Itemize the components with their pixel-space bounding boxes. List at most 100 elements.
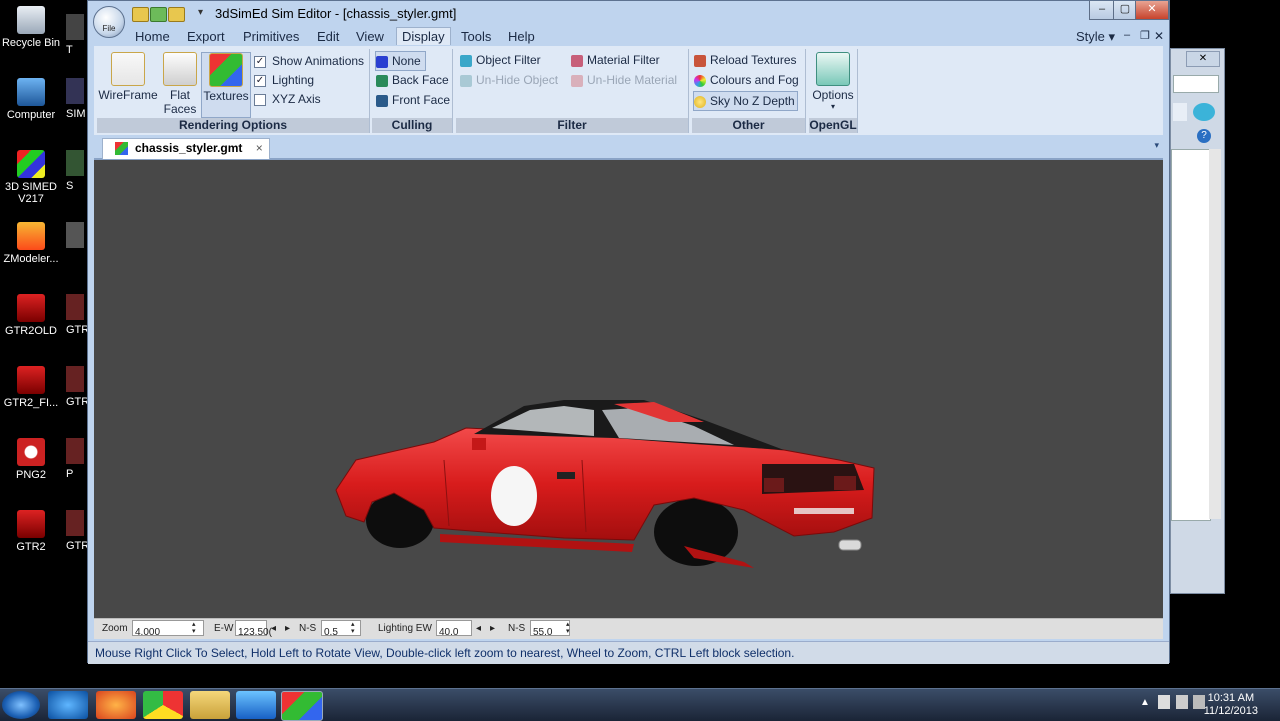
ew-input[interactable]: 123.50( [235, 620, 272, 638]
menu-display[interactable]: Display [396, 27, 451, 45]
desktop-icon-partial[interactable]: GTR [66, 510, 88, 552]
ns2-spinner-icon[interactable]: ▴ ▾ [566, 621, 570, 635]
document-tab[interactable]: chassis_styler.gmt × [102, 138, 270, 159]
background-window[interactable]: ✕ ? [1170, 48, 1225, 594]
desktop-icon-computer[interactable]: Computer [0, 78, 62, 121]
desktop-icon-zmodeler[interactable]: ZModeler... [0, 222, 62, 265]
minimize-button[interactable]: – [1089, 1, 1115, 20]
menu-tools[interactable]: Tools [457, 29, 495, 44]
ns-input[interactable]: 0.5 [321, 620, 361, 638]
desktop-icon-partial[interactable]: S [66, 150, 88, 192]
desktop-icon-3dsimed[interactable]: 3D SIMED V217 [0, 150, 62, 205]
ew-left-arrow-icon[interactable]: ◂ [271, 623, 276, 634]
xyz-axis-checkbox[interactable]: XYZ Axis [254, 90, 321, 108]
desktop-icon-gtr2-fi[interactable]: GTR2_FI... [0, 366, 62, 409]
desktop-icon-partial[interactable] [66, 222, 88, 252]
lighting-checkbox[interactable]: ✓ Lighting [254, 71, 314, 89]
ns-spinner-icon[interactable]: ▴ ▾ [351, 621, 355, 635]
material-filter-label: Material Filter [587, 53, 660, 67]
background-close-button[interactable]: ✕ [1186, 51, 1220, 67]
menu-view[interactable]: View [352, 29, 388, 44]
show-hidden-icons-icon[interactable]: ▲ [1140, 697, 1150, 708]
object-filter-button[interactable]: Object Filter [460, 51, 541, 69]
style-menu[interactable]: Style ▾ [1072, 29, 1119, 45]
desktop-icon-recycle-bin[interactable]: Recycle Bin [0, 6, 62, 49]
desktop-icon-gtr2old[interactable]: GTR2OLD [0, 294, 62, 337]
background-scrollbar[interactable] [1209, 149, 1221, 519]
start-button[interactable] [2, 691, 40, 719]
title-bar[interactable]: File ▾ 3dSimEd Sim Editor - [chassis_sty… [88, 1, 1169, 38]
opengl-icon [816, 52, 850, 86]
background-search-input[interactable] [1173, 75, 1219, 93]
menu-primitives[interactable]: Primitives [239, 29, 303, 44]
tab-close-icon[interactable]: × [256, 141, 263, 155]
file-explorer-icon[interactable] [190, 691, 230, 719]
menu-edit[interactable]: Edit [313, 29, 343, 44]
culling-back-face-button[interactable]: Back Face [376, 71, 449, 89]
menu-help[interactable]: Help [504, 29, 539, 44]
lighting-right-arrow-icon[interactable]: ▸ [490, 623, 495, 634]
action-center-flag-icon[interactable] [1158, 695, 1170, 709]
menu-home[interactable]: Home [131, 29, 174, 44]
app-icon [66, 78, 84, 104]
lighting-left-arrow-icon[interactable]: ◂ [476, 623, 481, 634]
unhide-material-button[interactable]: Un-Hide Material [571, 71, 677, 89]
textures-icon [209, 53, 243, 87]
save-icon[interactable] [150, 7, 167, 22]
lighting-ew-input[interactable]: 40.0 [436, 620, 472, 638]
firefox-icon[interactable] [96, 691, 136, 719]
unhide-object-button[interactable]: Un-Hide Object [460, 71, 558, 89]
desktop-icon-label: P [66, 468, 74, 480]
colours-and-fog-button[interactable]: Colours and Fog [694, 71, 799, 89]
desktop-icon-partial[interactable]: P [66, 438, 88, 480]
background-tool-icon[interactable] [1173, 103, 1187, 121]
3dsimed-taskbar-icon[interactable] [281, 691, 323, 721]
ribbon-minimize-button[interactable]: – [1120, 29, 1134, 41]
flat-faces-button[interactable]: Flat Faces [161, 52, 199, 116]
show-animations-checkbox[interactable]: ✓ Show Animations [254, 52, 364, 70]
minimize-label: – [1098, 3, 1106, 15]
update-arrow-icon[interactable] [236, 691, 276, 719]
ns2-input[interactable]: 55.0 [530, 620, 570, 638]
wireframe-label: WireFrame [98, 88, 158, 102]
network-icon[interactable] [1176, 695, 1188, 709]
system-clock[interactable]: 10:31 AM 11/12/2013 [1204, 692, 1258, 718]
desktop-icon-partial[interactable]: GTR [66, 294, 88, 336]
desktop-icon-partial[interactable]: GTR [66, 366, 88, 408]
open-folder-icon[interactable] [132, 7, 149, 22]
quick-access-dropdown-icon[interactable]: ▾ [198, 7, 203, 18]
sky-no-z-depth-button[interactable]: Sky No Z Depth [693, 91, 798, 111]
wireframe-button[interactable]: WireFrame [97, 52, 159, 102]
internet-explorer-icon[interactable] [48, 691, 88, 719]
ew-right-arrow-icon[interactable]: ▸ [285, 623, 290, 634]
status-text: Mouse Right Click To Select, Hold Left t… [95, 646, 795, 660]
tab-list-dropdown-icon[interactable]: ▾ [1154, 140, 1159, 151]
desktop-icon-png2[interactable]: PNG2 [0, 438, 62, 481]
desktop-icon-gtr2[interactable]: GTR2 [0, 510, 62, 553]
group-opengl: Options ▾ OpenGL [809, 49, 858, 133]
culling-back-face-label: Back Face [392, 73, 449, 87]
maximize-button[interactable]: ▢ [1113, 1, 1137, 20]
close-button[interactable]: ✕ [1135, 1, 1169, 20]
folder-icon[interactable] [168, 7, 185, 22]
zoom-spinner-icon[interactable]: ▴ ▾ [192, 621, 196, 635]
reload-textures-button[interactable]: Reload Textures [694, 51, 797, 69]
desktop-icon-partial[interactable]: SIM [66, 78, 88, 120]
textures-button[interactable]: Textures [201, 52, 251, 118]
other-label: Other [692, 118, 805, 133]
desktop-icon-label: GTR [66, 324, 88, 336]
checkbox-box: ✓ [254, 74, 266, 87]
3d-viewport[interactable] [94, 160, 1163, 618]
desktop-icon-label: 3D SIMED V217 [5, 181, 57, 205]
opengl-options-label: Options [812, 88, 854, 102]
material-filter-button[interactable]: Material Filter [571, 51, 660, 69]
opengl-options-button[interactable]: Options ▾ [811, 52, 855, 111]
desktop-icon-partial[interactable]: T [66, 14, 88, 56]
culling-front-face-button[interactable]: Front Face [376, 91, 450, 109]
ribbon-close-button[interactable]: ✕ [1150, 29, 1168, 43]
menu-export[interactable]: Export [183, 29, 229, 44]
culling-none-button[interactable]: None [375, 51, 426, 71]
background-app-icon[interactable] [1193, 103, 1215, 121]
help-icon[interactable]: ? [1197, 129, 1211, 143]
chrome-icon[interactable] [143, 691, 183, 719]
